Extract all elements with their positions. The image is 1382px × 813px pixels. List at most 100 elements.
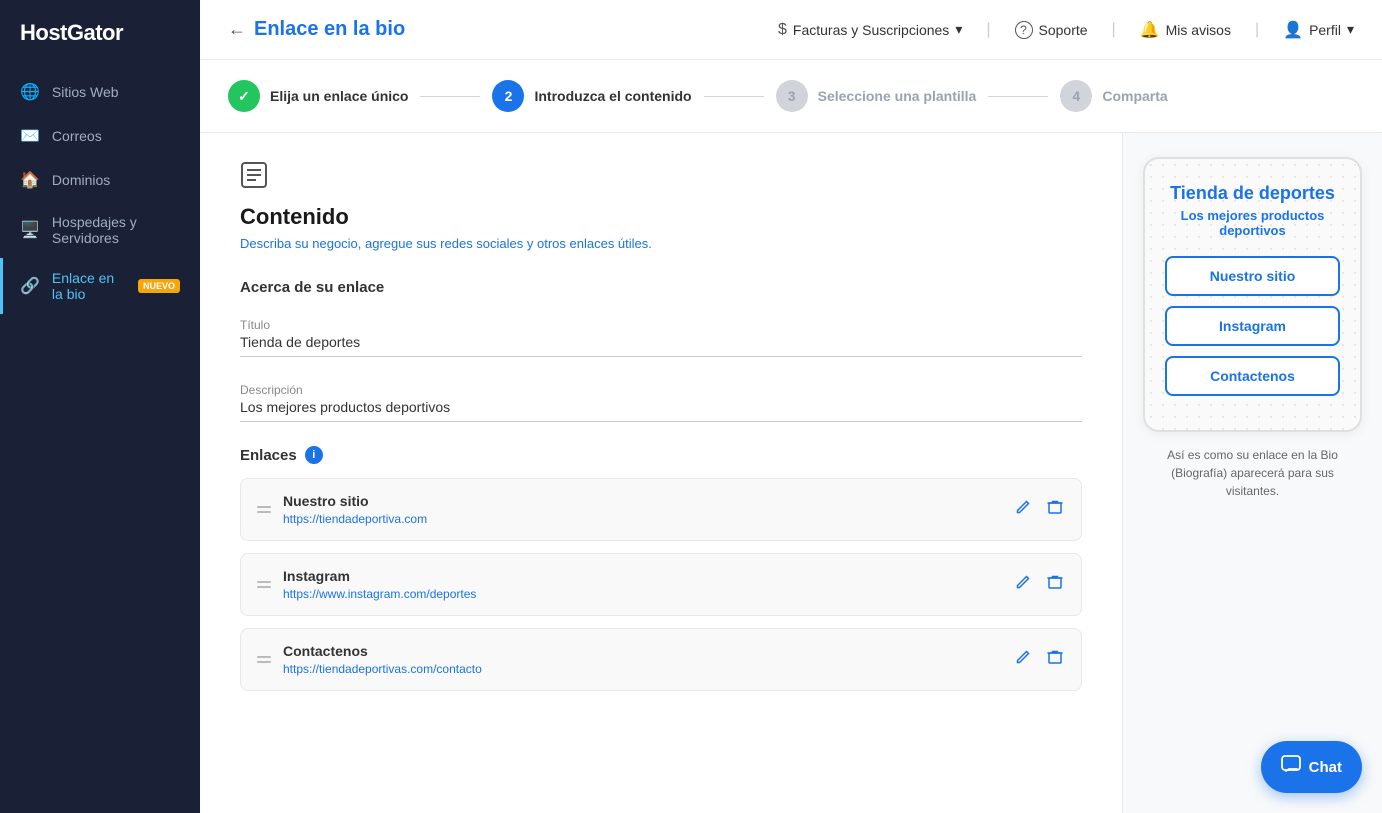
step-3-circle: 3: [776, 80, 808, 112]
back-button[interactable]: ← Enlace en la bio: [228, 18, 405, 41]
enlace-bio-icon: 🔗: [20, 276, 40, 296]
delete-link-2-button[interactable]: [1045, 572, 1065, 597]
links-title: Enlaces: [240, 447, 297, 464]
step-1-label: Elija un enlace único: [270, 88, 408, 104]
preview-store-title: Tienda de deportes: [1165, 183, 1340, 204]
preview-btn-3[interactable]: Contactenos: [1165, 356, 1340, 396]
edit-link-3-button[interactable]: [1013, 647, 1033, 672]
preview-section: Tienda de deportes Los mejores productos…: [1122, 133, 1382, 813]
perfil-label: Perfil: [1309, 22, 1341, 38]
chat-label: Chat: [1309, 759, 1342, 776]
preview-btn-2[interactable]: Instagram: [1165, 306, 1340, 346]
sidebar-item-hospedajes[interactable]: 🖥️ Hospedajes y Servidores: [0, 202, 200, 258]
perfil-nav-item[interactable]: 👤 Perfil ▾: [1283, 20, 1354, 40]
form-subtitle: Describa su negocio, agregue sus redes s…: [240, 236, 1082, 251]
soporte-label: Soporte: [1039, 22, 1088, 38]
back-arrow-icon: ←: [228, 19, 246, 40]
header-nav: $ Facturas y Suscripciones ▾ | ? Soporte…: [778, 20, 1354, 40]
question-icon: ?: [1015, 21, 1033, 39]
description-input[interactable]: [240, 377, 1082, 422]
drag-handle-1[interactable]: [257, 506, 271, 513]
sidebar-item-label: Hospedajes y Servidores: [52, 214, 180, 246]
step-4: 4 Comparta: [1060, 80, 1167, 112]
edit-link-1-button[interactable]: [1013, 497, 1033, 522]
avisos-nav-item[interactable]: 🔔 Mis avisos: [1140, 20, 1231, 40]
soporte-nav-item[interactable]: ? Soporte: [1015, 21, 1088, 39]
link-item-1: Nuestro sitio https://tiendadeportiva.co…: [240, 478, 1082, 541]
sidebar-item-correos[interactable]: ✉️ Correos: [0, 114, 200, 158]
step-3: 3 Seleccione una plantilla: [776, 80, 977, 112]
new-badge: NUEVO: [138, 279, 180, 293]
sidebar-item-sitios-web[interactable]: 🌐 Sitios Web: [0, 70, 200, 114]
step-4-circle: 4: [1060, 80, 1092, 112]
link-name-3: Contactenos: [283, 643, 1001, 659]
sidebar-item-label: Enlace en la bio: [52, 270, 122, 302]
page-title: Enlace en la bio: [254, 18, 405, 41]
sidebar: HostGator 🌐 Sitios Web ✉️ Correos 🏠 Domi…: [0, 0, 200, 813]
preview-btn-1[interactable]: Nuestro sitio: [1165, 256, 1340, 296]
description-label: Descripción: [240, 383, 303, 397]
title-field-group: Título: [240, 312, 1082, 357]
link-url-2: https://www.instagram.com/deportes: [283, 587, 1001, 601]
about-section-title: Acerca de su enlace: [240, 279, 1082, 296]
perfil-dropdown-icon: ▾: [1347, 21, 1354, 38]
link-actions-3: [1013, 647, 1065, 672]
delete-link-1-button[interactable]: [1045, 497, 1065, 522]
drag-handle-3[interactable]: [257, 656, 271, 663]
form-title: Contenido: [240, 204, 1082, 230]
link-name-2: Instagram: [283, 568, 1001, 584]
delete-link-3-button[interactable]: [1045, 647, 1065, 672]
sidebar-item-dominios[interactable]: 🏠 Dominios: [0, 158, 200, 202]
link-item-3: Contactenos https://tiendadeportivas.com…: [240, 628, 1082, 691]
step-2-label: Introduzca el contenido: [534, 88, 691, 104]
link-item-2: Instagram https://www.instagram.com/depo…: [240, 553, 1082, 616]
step-connector-3: [988, 96, 1048, 97]
step-4-label: Comparta: [1102, 88, 1167, 104]
content-icon: [240, 161, 268, 196]
facturas-label: Facturas y Suscripciones: [793, 22, 949, 38]
form-section: Contenido Describa su negocio, agregue s…: [200, 133, 1122, 813]
step-connector-2: [704, 96, 764, 97]
chat-icon: [1281, 755, 1301, 779]
link-info-1: Nuestro sitio https://tiendadeportiva.co…: [283, 493, 1001, 526]
facturas-nav-item[interactable]: $ Facturas y Suscripciones ▾: [778, 21, 962, 39]
chat-button[interactable]: Chat: [1261, 741, 1362, 793]
description-field-group: Descripción: [240, 377, 1082, 422]
link-actions-1: [1013, 497, 1065, 522]
hospedajes-icon: 🖥️: [20, 220, 40, 240]
sidebar-nav: 🌐 Sitios Web ✉️ Correos 🏠 Dominios 🖥️ Ho…: [0, 70, 200, 314]
sidebar-logo: HostGator: [0, 0, 200, 70]
link-name-1: Nuestro sitio: [283, 493, 1001, 509]
link-url-1: https://tiendadeportiva.com: [283, 512, 1001, 526]
links-header: Enlaces i: [240, 446, 1082, 464]
step-connector-1: [420, 96, 480, 97]
step-1: ✓ Elija un enlace único: [228, 80, 408, 112]
sidebar-item-enlace-bio[interactable]: 🔗 Enlace en la bio NUEVO: [0, 258, 200, 314]
step-1-circle: ✓: [228, 80, 260, 112]
sitios-web-icon: 🌐: [20, 82, 40, 102]
drag-handle-2[interactable]: [257, 581, 271, 588]
user-icon: 👤: [1283, 20, 1303, 40]
sidebar-item-label: Dominios: [52, 172, 110, 188]
correos-icon: ✉️: [20, 126, 40, 146]
step-2: 2 Introduzca el contenido: [492, 80, 691, 112]
bell-icon: 🔔: [1140, 20, 1160, 40]
stepper: ✓ Elija un enlace único 2 Introduzca el …: [200, 60, 1382, 133]
link-url-3: https://tiendadeportivas.com/contacto: [283, 662, 1001, 676]
link-info-3: Contactenos https://tiendadeportivas.com…: [283, 643, 1001, 676]
link-info-2: Instagram https://www.instagram.com/depo…: [283, 568, 1001, 601]
title-label: Título: [240, 318, 270, 332]
step-2-circle: 2: [492, 80, 524, 112]
preview-store-subtitle: Los mejores productos deportivos: [1165, 208, 1340, 238]
link-actions-2: [1013, 572, 1065, 597]
facturas-dropdown-icon: ▾: [955, 21, 962, 38]
main-content: ← Enlace en la bio $ Facturas y Suscripc…: [200, 0, 1382, 813]
edit-link-2-button[interactable]: [1013, 572, 1033, 597]
preview-card: Tienda de deportes Los mejores productos…: [1143, 157, 1362, 432]
title-input[interactable]: [240, 312, 1082, 357]
links-section: Enlaces i Nuestro sitio https://tiendade…: [240, 446, 1082, 691]
header: ← Enlace en la bio $ Facturas y Suscripc…: [200, 0, 1382, 60]
preview-caption: Así es como su enlace en la Bio (Biograf…: [1143, 446, 1362, 500]
info-icon[interactable]: i: [305, 446, 323, 464]
dominios-icon: 🏠: [20, 170, 40, 190]
